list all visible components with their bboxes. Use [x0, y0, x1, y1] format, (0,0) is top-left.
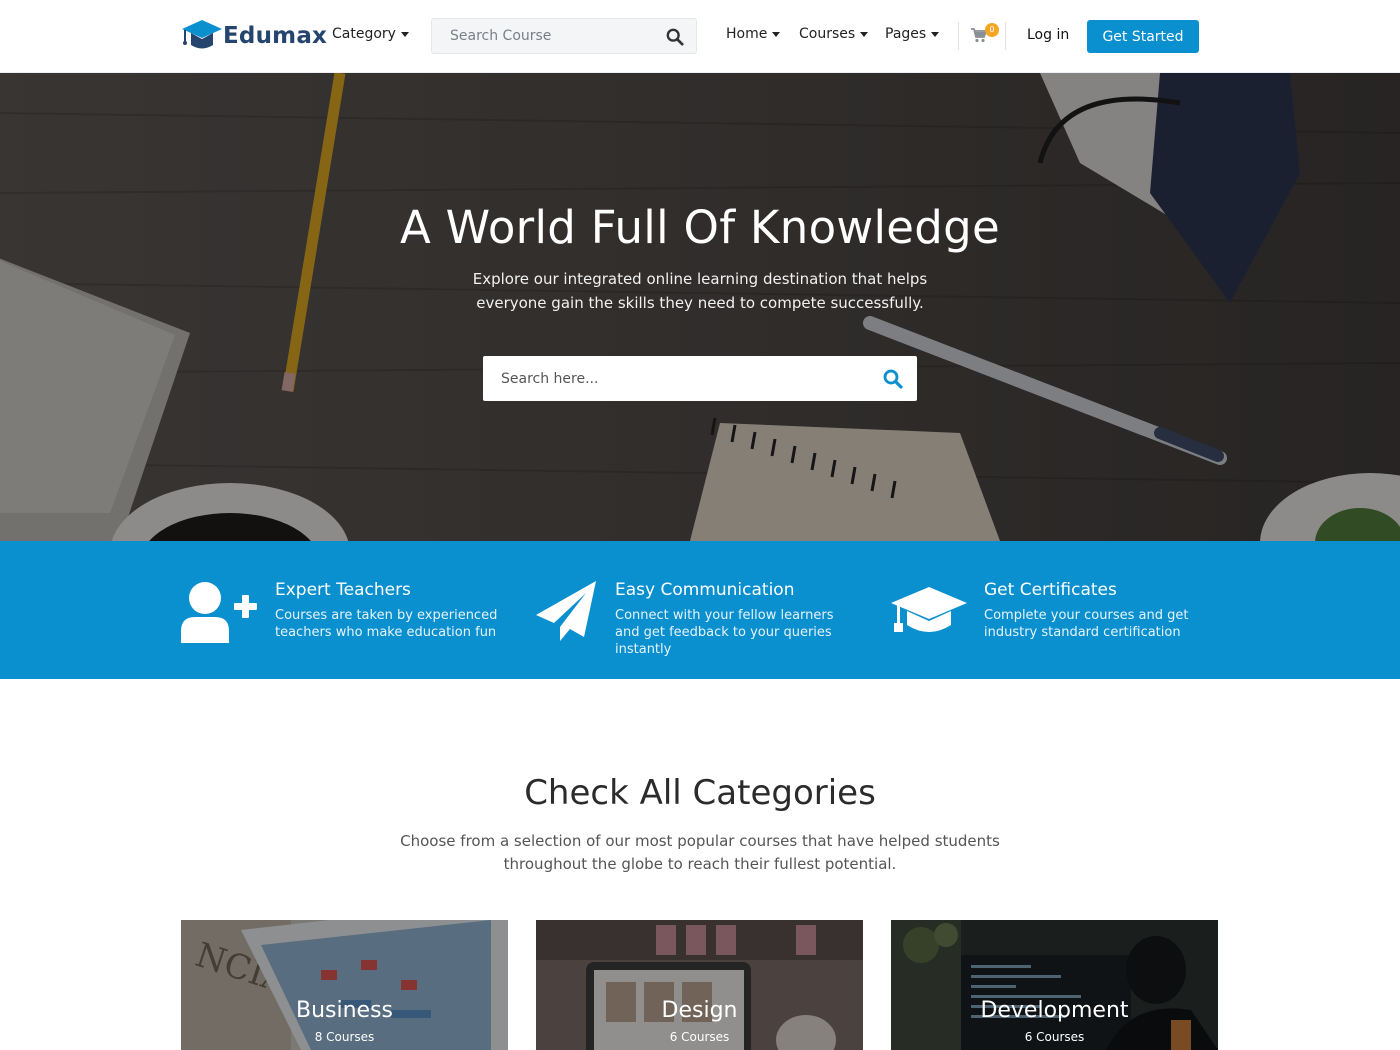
nav-courses-label: Courses: [799, 26, 856, 42]
category-name: Design: [661, 998, 738, 1023]
category-card-development[interactable]: Development 6 Courses: [891, 920, 1218, 1050]
login-link[interactable]: Log in: [1027, 27, 1069, 43]
category-label: Category: [332, 26, 396, 42]
nav-courses[interactable]: Courses: [799, 26, 869, 42]
get-started-button[interactable]: Get Started: [1087, 20, 1199, 53]
hero-subtitle: Explore our integrated online learning d…: [472, 270, 928, 312]
graduation-cap-icon: [891, 587, 967, 632]
category-card-design[interactable]: Design 6 Courses: [536, 920, 863, 1050]
logo-text: Edumax: [223, 23, 328, 49]
feature-description: Connect with your fellow learners and ge…: [615, 608, 834, 657]
logo[interactable]: Edumax: [181, 18, 327, 54]
category-count: 6 Courses: [1024, 1030, 1085, 1044]
nav-home[interactable]: Home: [726, 26, 781, 42]
caret-down-icon: [772, 32, 781, 37]
hero-search-input[interactable]: [483, 356, 863, 401]
feature-title: Get Certificates: [984, 580, 1117, 600]
nav-pages-label: Pages: [885, 26, 927, 42]
category-card-business[interactable]: NCIAL Business 8 Courses: [181, 920, 508, 1050]
site-header: Edumax Category Home Courses Pages 0 Log…: [0, 0, 1400, 73]
hero-section: A World Full Of Knowledge Explore our in…: [0, 73, 1400, 541]
cart-count-badge: 0: [985, 23, 999, 37]
user-plus-icon: [181, 582, 257, 643]
category-dropdown[interactable]: Category: [332, 26, 409, 42]
search-icon[interactable]: [666, 28, 684, 46]
category-name: Development: [980, 998, 1129, 1023]
course-search: [431, 18, 697, 54]
course-search-input[interactable]: [432, 19, 662, 53]
cart-button[interactable]: 0: [958, 22, 1006, 50]
category-count: 6 Courses: [669, 1030, 730, 1044]
feature-title: Easy Communication: [615, 580, 795, 600]
categories-title: Check All Categories: [524, 773, 876, 813]
feature-description: Complete your courses and get industry s…: [984, 608, 1189, 640]
search-icon[interactable]: [883, 369, 903, 389]
graduation-cap-logo-icon: [182, 20, 222, 49]
category-name: Business: [295, 998, 393, 1023]
hero-title: A World Full Of Knowledge: [399, 201, 1001, 254]
caret-down-icon: [931, 32, 940, 37]
category-count: 8 Courses: [314, 1030, 375, 1044]
categories-subtitle: Choose from a selection of our most popu…: [400, 832, 1000, 873]
feature-description: Courses are taken by experienced teacher…: [275, 608, 498, 640]
features-band: Expert Teachers Courses are taken by exp…: [0, 541, 1400, 679]
caret-down-icon: [860, 32, 869, 37]
hero-search: [483, 356, 917, 401]
caret-down-icon: [400, 32, 409, 37]
paper-plane-icon: [536, 581, 596, 641]
feature-title: Expert Teachers: [275, 580, 411, 600]
nav-pages[interactable]: Pages: [885, 26, 940, 42]
nav-home-label: Home: [726, 26, 768, 42]
